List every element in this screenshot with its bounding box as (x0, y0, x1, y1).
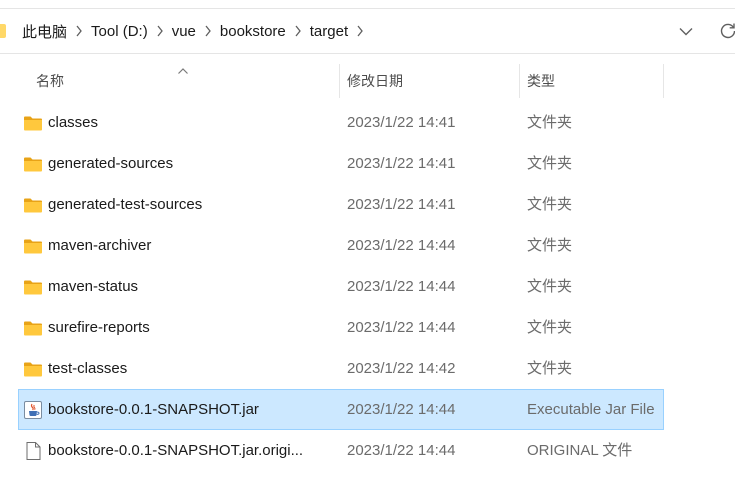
breadcrumb-item-this-pc[interactable]: 此电脑 (22, 21, 67, 42)
folder-icon (23, 277, 43, 297)
file-type: 文件夹 (527, 319, 573, 336)
file-row[interactable]: bookstore-0.0.1-SNAPSHOT.jar 2023/1/22 14… (18, 389, 664, 430)
refresh-button[interactable] (708, 9, 735, 53)
column-header-type[interactable]: 类型 (527, 60, 663, 102)
column-header: 名称 修改日期 类型 (0, 60, 735, 102)
file-modified-date: 2023/1/22 14:44 (347, 442, 456, 459)
column-divider[interactable] (663, 64, 664, 98)
file-row[interactable]: generated-sources 2023/1/22 14:41 文件夹 (18, 143, 664, 184)
file-modified-date: 2023/1/22 14:41 (347, 155, 456, 172)
chevron-right-icon[interactable] (348, 9, 372, 53)
chevron-right-icon[interactable] (286, 9, 310, 53)
folder-icon (23, 236, 43, 256)
file-type: 文件夹 (527, 278, 573, 295)
column-header-type-label: 类型 (527, 73, 555, 89)
file-name: classes (48, 114, 99, 131)
file-type: 文件夹 (527, 360, 573, 377)
column-header-name-label: 名称 (36, 73, 64, 89)
file-type: 文件夹 (527, 237, 573, 254)
file-name: maven-archiver (48, 237, 152, 254)
file-row[interactable]: test-classes 2023/1/22 14:42 文件夹 (18, 348, 664, 389)
java-jar-icon (23, 400, 43, 420)
chevron-down-icon (679, 27, 693, 35)
folder-icon (23, 113, 43, 133)
breadcrumb-item-drive[interactable]: Tool (D:) (91, 23, 148, 40)
refresh-icon (720, 23, 735, 39)
address-history-dropdown[interactable] (666, 9, 706, 53)
file-modified-date: 2023/1/22 14:41 (347, 196, 456, 213)
file-name: maven-status (48, 278, 139, 295)
breadcrumb[interactable]: 此电脑 Tool (D:) vue bookstore target (0, 9, 662, 53)
file-type: 文件夹 (527, 155, 573, 172)
file-modified-date: 2023/1/22 14:44 (347, 401, 456, 418)
file-row[interactable]: generated-test-sources 2023/1/22 14:41 文件夹 (18, 184, 664, 225)
column-divider[interactable] (519, 64, 520, 98)
file-modified-date: 2023/1/22 14:42 (347, 360, 456, 377)
breadcrumb-item-target[interactable]: target (310, 23, 348, 40)
folder-icon (23, 318, 43, 338)
file-name: surefire-reports (48, 319, 150, 336)
file-type: Executable Jar File (527, 401, 655, 418)
folder-edge-icon (0, 24, 6, 38)
breadcrumb-item-vue[interactable]: vue (172, 23, 196, 40)
column-header-date[interactable]: 修改日期 (347, 60, 517, 102)
file-name: bookstore-0.0.1-SNAPSHOT.jar (48, 401, 259, 418)
file-modified-date: 2023/1/22 14:44 (347, 237, 456, 254)
file-name: generated-test-sources (48, 196, 203, 213)
folder-icon (23, 359, 43, 379)
folder-icon (23, 195, 43, 215)
chevron-right-icon[interactable] (196, 9, 220, 53)
chevron-right-icon[interactable] (148, 9, 172, 53)
file-name: bookstore-0.0.1-SNAPSHOT.jar.origi... (48, 442, 304, 459)
chevron-right-icon[interactable] (67, 9, 91, 53)
file-modified-date: 2023/1/22 14:41 (347, 114, 456, 131)
file-modified-date: 2023/1/22 14:44 (347, 278, 456, 295)
file-row[interactable]: classes 2023/1/22 14:41 文件夹 (18, 102, 664, 143)
file-name: generated-sources (48, 155, 174, 172)
address-bar[interactable]: 此电脑 Tool (D:) vue bookstore target (0, 8, 735, 54)
file-row[interactable]: bookstore-0.0.1-SNAPSHOT.jar.origi... 202… (18, 430, 664, 471)
file-name: test-classes (48, 360, 128, 377)
file-type: 文件夹 (527, 196, 573, 213)
file-type: ORIGINAL 文件 (527, 442, 633, 459)
file-icon (23, 441, 43, 461)
file-row[interactable]: maven-status 2023/1/22 14:44 文件夹 (18, 266, 664, 307)
column-divider[interactable] (339, 64, 340, 98)
breadcrumb-item-bookstore[interactable]: bookstore (220, 23, 286, 40)
column-header-name[interactable]: 名称 (36, 60, 336, 102)
file-type: 文件夹 (527, 114, 573, 131)
file-list: classes 2023/1/22 14:41 文件夹 generated-sourc… (18, 102, 664, 471)
file-modified-date: 2023/1/22 14:44 (347, 319, 456, 336)
file-row[interactable]: maven-archiver 2023/1/22 14:44 文件夹 (18, 225, 664, 266)
folder-icon (23, 154, 43, 174)
file-row[interactable]: surefire-reports 2023/1/22 14:44 文件夹 (18, 307, 664, 348)
column-header-date-label: 修改日期 (347, 73, 403, 89)
